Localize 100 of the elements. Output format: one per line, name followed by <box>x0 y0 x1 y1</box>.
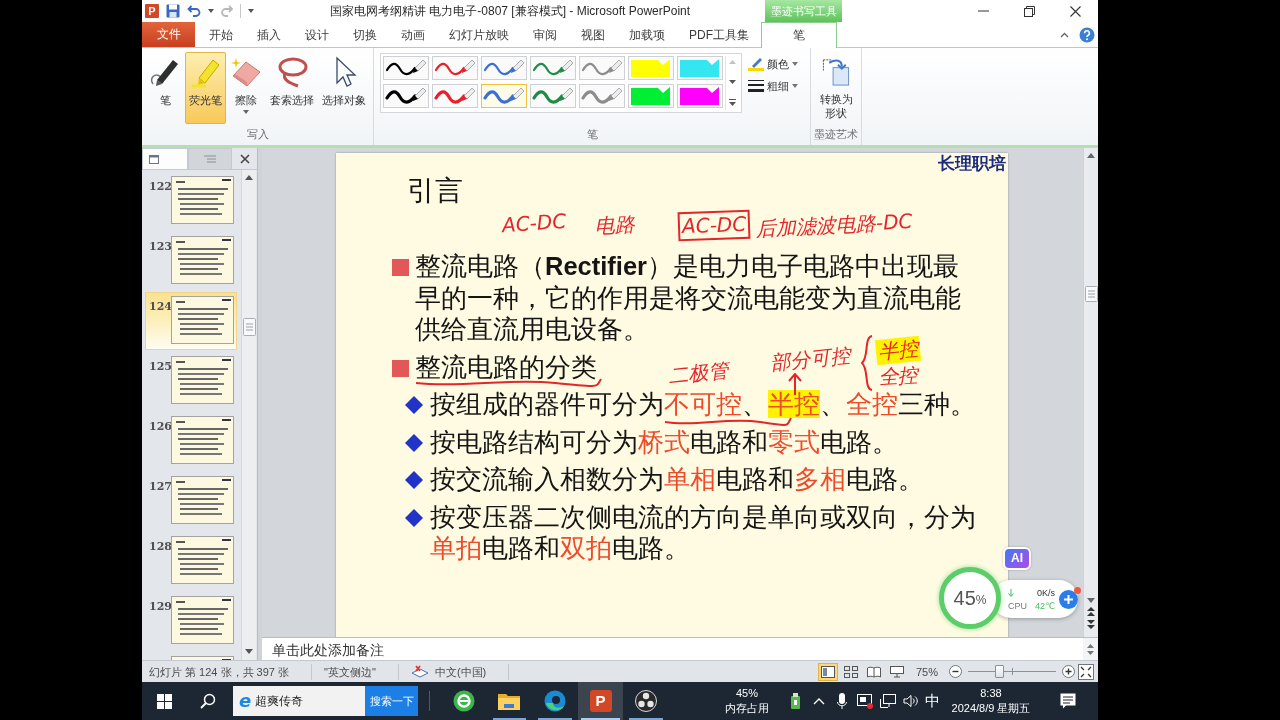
pen-option-button[interactable]: 粗细 <box>746 77 804 95</box>
slide-thumbnail-item[interactable]: 122 <box>145 172 237 230</box>
minimize-icon[interactable] <box>977 10 989 12</box>
search-icon[interactable] <box>200 693 216 709</box>
ribbon-tab[interactable]: 加载项 <box>617 22 677 47</box>
zoom-slider[interactable] <box>968 665 1056 678</box>
pen-color-icon <box>748 57 764 71</box>
scroll-up-icon[interactable] <box>1087 643 1094 648</box>
memory-label: 内存占用 <box>724 701 769 716</box>
bullet-text: 按电路结构可分为桥式电路和零式电路。 <box>430 426 898 458</box>
save-icon[interactable] <box>166 4 180 18</box>
slide-thumbnail <box>171 356 234 404</box>
ring-logo-icon <box>452 690 475 712</box>
scrollbar[interactable] <box>241 170 256 660</box>
slide-thumbnail-item[interactable]: 129 <box>145 592 237 650</box>
slide-thumbnail-item[interactable]: 124 <box>145 292 237 350</box>
clock-time[interactable]: 8:38 <box>980 686 1002 701</box>
ribbon-tab[interactable]: 插入 <box>245 22 293 47</box>
undo-icon[interactable] <box>187 4 201 18</box>
zoom-out-icon[interactable] <box>949 665 962 678</box>
scrollbar-thumb-icon[interactable] <box>1084 286 1098 302</box>
scroll-up-icon[interactable] <box>245 175 253 180</box>
more-icon[interactable] <box>729 99 736 106</box>
zoom-in-icon[interactable] <box>1062 665 1075 678</box>
ribbon-tab[interactable]: 切换 <box>341 22 389 47</box>
diamond-bullet-icon <box>405 508 423 527</box>
slide-number: 128 <box>149 540 172 553</box>
plus-icon[interactable] <box>1059 589 1078 609</box>
convert-to-shape-icon <box>820 56 852 87</box>
caret-icon <box>243 110 249 114</box>
help-icon[interactable] <box>1079 26 1095 43</box>
slide-number: 127 <box>149 480 172 493</box>
notification-icon[interactable] <box>1060 693 1076 709</box>
taskbar-app-button[interactable]: P <box>577 682 624 720</box>
scroll-down-icon[interactable] <box>245 649 253 654</box>
slide-thumbnail-item[interactable]: 125 <box>145 352 237 410</box>
ribbon-tool-button[interactable]: 笔 <box>145 52 185 124</box>
ribbon-tool-button[interactable]: 套索选择 <box>266 52 318 124</box>
ribbon-tab[interactable]: 幻灯片放映 <box>437 22 521 47</box>
slide-number: 124 <box>149 300 172 313</box>
input-method-indicator[interactable]: 中 <box>924 691 940 711</box>
slide-number: 122 <box>149 180 172 193</box>
slide-thumbnail <box>171 296 234 344</box>
ribbon-tool-button[interactable]: 荧光笔 <box>185 52 226 124</box>
previous-slide-icon[interactable] <box>1087 607 1095 616</box>
ink-brace <box>861 335 873 391</box>
search-field[interactable]: e 超爽传奇 <box>233 686 365 716</box>
cpu-temperature: 42℃ <box>1034 600 1055 611</box>
zoom-level[interactable]: 75% <box>915 665 938 678</box>
file-menu-tab[interactable]: 文件 <box>142 22 195 47</box>
ribbon-tab[interactable]: 设计 <box>293 22 341 47</box>
speaker-icon[interactable] <box>902 694 919 708</box>
scrollbar[interactable] <box>1083 148 1098 637</box>
network-icon[interactable] <box>879 694 896 708</box>
diamond-bullet-icon <box>405 471 423 489</box>
ribbon-tool-button[interactable]: 转换为形状 <box>814 52 858 124</box>
handwritten-note: 部分可控 <box>767 342 853 377</box>
ribbon-tool-button[interactable]: 选择对象 <box>318 52 370 124</box>
spellcheck-icon[interactable] <box>410 664 429 679</box>
scroll-down-icon[interactable] <box>1087 650 1094 655</box>
scroll-down-icon[interactable] <box>1087 598 1095 603</box>
microphone-icon[interactable] <box>836 693 847 709</box>
next-slide-icon[interactable] <box>1087 620 1095 629</box>
fit-window-icon[interactable] <box>1078 663 1094 680</box>
slide-thumbnail-item[interactable]: 126 <box>145 412 237 470</box>
slide-thumbnail-item[interactable]: 123 <box>145 232 237 290</box>
windows-start-icon[interactable] <box>156 693 172 709</box>
usb-drive-icon[interactable] <box>791 693 801 709</box>
ribbon-tool-button[interactable]: 擦除 <box>226 52 266 124</box>
slide-thumbnail <box>171 536 234 584</box>
slide-thumbnail-item[interactable]: 128 <box>145 532 237 590</box>
ribbon-tab[interactable]: 动画 <box>389 22 437 47</box>
pen-option-button[interactable]: 颜色 <box>746 55 804 73</box>
restore-icon[interactable] <box>1023 5 1035 17</box>
slide-thumbnail <box>171 176 234 224</box>
clock-date[interactable]: 2024/8/9 星期五 <box>951 701 1031 716</box>
context-tab-header: 墨迹书写工具 <box>765 0 842 22</box>
language-indicator[interactable]: 中文(中国) <box>428 663 497 680</box>
screen-icon[interactable] <box>856 693 873 709</box>
ribbon-tab[interactable]: PDF工具集 <box>677 22 761 47</box>
ai-badge[interactable]: AI <box>1003 547 1031 570</box>
ribbon-tab[interactable]: 审阅 <box>521 22 569 47</box>
scrollbar-thumb-icon[interactable] <box>242 318 256 336</box>
slide-number: 129 <box>149 600 172 613</box>
search-button[interactable]: 搜索一下 <box>365 686 418 716</box>
bullet-text: 按变压器二次侧电流的方向是单向或双向，分为 单拍电路和双拍电路。 <box>430 501 977 564</box>
ribbon-group-label: 写入 <box>245 127 270 142</box>
close-icon[interactable] <box>1069 5 1081 17</box>
slide-thumbnail-item[interactable]: 127 <box>145 472 237 530</box>
scroll-up-icon[interactable] <box>1087 153 1095 158</box>
ribbon-tab[interactable]: 笔 <box>761 22 837 48</box>
ribbon-tab[interactable]: 开始 <box>197 22 245 47</box>
notes-field[interactable]: 单击此处添加备注 <box>262 638 1083 660</box>
notification-dot-icon <box>1074 586 1081 594</box>
ribbon-tab[interactable]: 视图 <box>569 22 617 47</box>
slide-number: 125 <box>149 360 172 373</box>
panel-view-tab[interactable] <box>142 148 188 169</box>
scroll-down-icon[interactable] <box>729 79 736 84</box>
view-button[interactable] <box>817 662 838 681</box>
close-icon[interactable] <box>239 153 250 164</box>
